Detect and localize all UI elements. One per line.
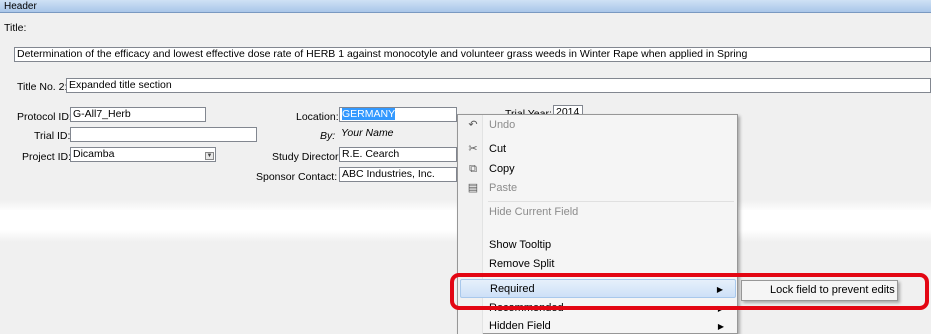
menu-item-remove-split[interactable]: Remove Split xyxy=(460,255,736,274)
project-id-label: Project ID: xyxy=(22,151,72,163)
menu-item-hidden-field[interactable]: Hidden Field ▶ xyxy=(460,317,736,334)
location-value: GERMANY xyxy=(342,108,396,120)
header-bar: Header xyxy=(0,0,931,13)
menu-item-label: Undo xyxy=(489,119,516,131)
menu-item-label: Hide Current Field xyxy=(489,206,579,218)
menu-item-paste[interactable]: ▤ Paste xyxy=(460,179,736,198)
menu-separator xyxy=(488,201,734,202)
by-field[interactable]: Your Name xyxy=(339,127,457,142)
protocol-id-field[interactable]: G-All7_Herb xyxy=(70,107,206,122)
undo-icon: ↶ xyxy=(468,119,478,131)
menu-item-hide-current-field[interactable]: Hide Current Field xyxy=(460,203,736,222)
location-label: Location: xyxy=(296,111,339,123)
title-field[interactable]: Determination of the efficacy and lowest… xyxy=(14,47,931,62)
menu-item-label: Paste xyxy=(489,182,518,194)
paste-icon: ▤ xyxy=(467,182,479,194)
highlight-annotation-box xyxy=(450,273,929,310)
project-id-field[interactable]: Dicamba ▼ xyxy=(70,147,216,162)
trial-id-field[interactable] xyxy=(70,127,257,142)
menu-item-label: Hidden Field xyxy=(489,320,551,332)
submenu-arrow-icon: ▶ xyxy=(717,322,724,331)
menu-item-label: Remove Split xyxy=(489,258,555,270)
menu-item-undo[interactable]: ↶ Undo xyxy=(460,116,736,135)
menu-item-label: Cut xyxy=(489,143,507,155)
study-director-label: Study Director: xyxy=(272,151,342,163)
menu-item-copy[interactable]: ⧉ Copy xyxy=(460,160,736,179)
title-no2-field[interactable]: Expanded title section xyxy=(66,78,931,93)
title-label: Title: xyxy=(4,22,27,34)
scissors-icon: ✂ xyxy=(468,143,478,155)
menu-item-label: Show Tooltip xyxy=(489,239,552,251)
menu-item-show-tooltip[interactable]: Show Tooltip xyxy=(460,236,736,255)
title-no2-label: Title No. 2: xyxy=(17,81,68,93)
sponsor-contact-label: Sponsor Contact: xyxy=(256,171,338,183)
project-id-value: Dicamba xyxy=(73,148,115,160)
dropdown-icon[interactable]: ▼ xyxy=(205,152,214,160)
study-director-field[interactable]: R.E. Cearch xyxy=(339,147,457,162)
trial-id-label: Trial ID: xyxy=(34,130,71,142)
copy-icon: ⧉ xyxy=(469,163,477,175)
menu-item-cut[interactable]: ✂ Cut xyxy=(460,140,736,159)
by-label: By: xyxy=(320,130,336,142)
protocol-id-label: Protocol ID: xyxy=(17,111,72,123)
sponsor-contact-field[interactable]: ABC Industries, Inc. xyxy=(339,167,457,182)
location-field[interactable]: GERMANY xyxy=(339,107,457,122)
menu-item-label: Copy xyxy=(489,163,515,175)
